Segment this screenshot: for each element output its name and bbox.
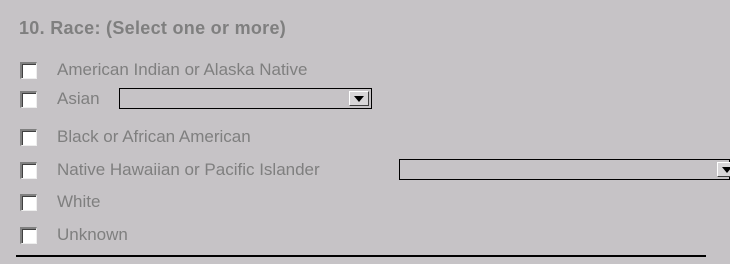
pacific-islander-subgroup-select[interactable] [399,159,730,180]
label-black: Black or African American [57,127,251,146]
checkbox-native-hawaiian[interactable] [20,161,37,179]
checkbox-american-indian[interactable] [20,61,37,79]
label-white: White [57,192,101,211]
option-native-hawaiian[interactable]: Native Hawaiian or Pacific Islander [20,157,320,183]
option-asian[interactable]: Asian [20,86,100,112]
label-unknown: Unknown [57,225,128,244]
checkbox-white[interactable] [20,193,37,211]
chevron-down-icon[interactable] [717,162,730,177]
asian-subgroup-select[interactable] [119,88,372,109]
label-american-indian: American Indian or Alaska Native [57,60,308,79]
checkbox-asian[interactable] [20,90,37,108]
option-white[interactable]: White [20,189,100,215]
section-title: 10. Race: (Select one or more) [19,18,287,38]
checkbox-unknown[interactable] [20,226,37,244]
section-divider [16,255,706,257]
label-native-hawaiian: Native Hawaiian or Pacific Islander [57,160,320,179]
option-black[interactable]: Black or African American [20,124,251,150]
option-american-indian[interactable]: American Indian or Alaska Native [20,57,307,83]
chevron-down-icon[interactable] [349,91,369,106]
label-asian: Asian [57,89,100,108]
option-unknown[interactable]: Unknown [20,222,128,248]
checkbox-black[interactable] [20,128,37,146]
